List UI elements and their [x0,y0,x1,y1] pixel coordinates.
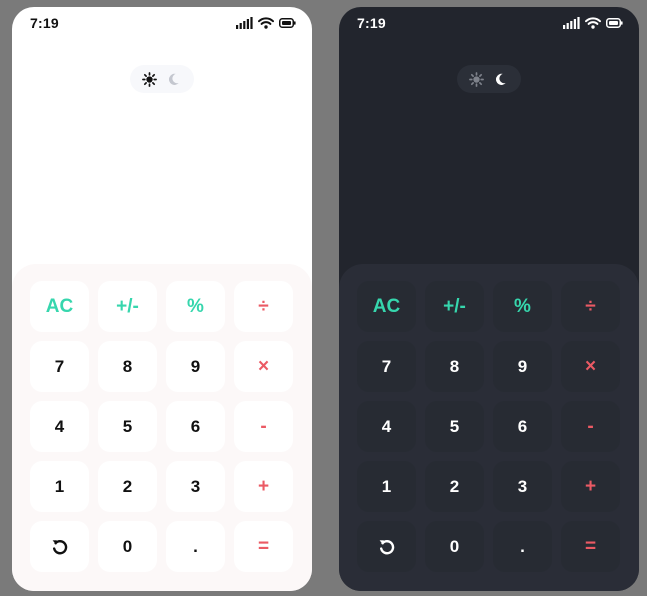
key-6[interactable]: 6 [166,401,225,452]
status-time: 7:19 [30,15,59,31]
key-1[interactable]: 1 [357,461,416,512]
key-7[interactable]: 7 [357,341,416,392]
theme-toggle [457,65,521,93]
status-icons [236,17,296,29]
keypad: AC +/- % ÷ 7 8 9 × 4 5 6 - 1 2 3 + 0 . = [339,264,639,591]
key-toggle-sign[interactable]: +/- [98,281,157,332]
key-minus[interactable]: - [561,401,620,452]
key-0[interactable]: 0 [98,521,157,572]
sun-icon[interactable] [138,68,160,90]
key-equals[interactable]: = [561,521,620,572]
key-decimal[interactable]: . [493,521,552,572]
moon-icon[interactable] [164,68,186,90]
key-divide[interactable]: ÷ [234,281,293,332]
key-4[interactable]: 4 [357,401,416,452]
undo-icon [50,537,70,557]
key-7[interactable]: 7 [30,341,89,392]
stage: 7:19 AC +/- % ÷ 7 8 9 × 4 5 6 - 1 2 3 + … [0,0,647,596]
signal-icon [563,17,580,29]
key-2[interactable]: 2 [425,461,484,512]
status-bar: 7:19 [12,7,312,39]
key-3[interactable]: 3 [166,461,225,512]
keypad: AC +/- % ÷ 7 8 9 × 4 5 6 - 1 2 3 + 0 . = [12,264,312,591]
key-9[interactable]: 9 [166,341,225,392]
status-icons [563,17,623,29]
signal-icon [236,17,253,29]
key-8[interactable]: 8 [98,341,157,392]
sun-icon[interactable] [465,68,487,90]
key-percent[interactable]: % [166,281,225,332]
moon-icon[interactable] [491,68,513,90]
key-divide[interactable]: ÷ [561,281,620,332]
battery-icon [279,18,296,28]
wifi-icon [585,17,601,29]
phone-dark-theme: 7:19 AC +/- % ÷ 7 8 9 × 4 5 6 - 1 2 3 + … [339,7,639,591]
theme-toggle [130,65,194,93]
status-bar: 7:19 [339,7,639,39]
key-plus[interactable]: + [234,461,293,512]
key-0[interactable]: 0 [425,521,484,572]
key-3[interactable]: 3 [493,461,552,512]
battery-icon [606,18,623,28]
key-decimal[interactable]: . [166,521,225,572]
key-plus[interactable]: + [561,461,620,512]
key-all-clear[interactable]: AC [30,281,89,332]
key-5[interactable]: 5 [425,401,484,452]
key-4[interactable]: 4 [30,401,89,452]
key-equals[interactable]: = [234,521,293,572]
status-time: 7:19 [357,15,386,31]
key-6[interactable]: 6 [493,401,552,452]
key-9[interactable]: 9 [493,341,552,392]
key-undo[interactable] [30,521,89,572]
undo-icon [377,537,397,557]
key-1[interactable]: 1 [30,461,89,512]
key-5[interactable]: 5 [98,401,157,452]
key-multiply[interactable]: × [561,341,620,392]
key-8[interactable]: 8 [425,341,484,392]
key-undo[interactable] [357,521,416,572]
key-all-clear[interactable]: AC [357,281,416,332]
wifi-icon [258,17,274,29]
key-toggle-sign[interactable]: +/- [425,281,484,332]
phone-light-theme: 7:19 AC +/- % ÷ 7 8 9 × 4 5 6 - 1 2 3 + … [12,7,312,591]
key-2[interactable]: 2 [98,461,157,512]
key-multiply[interactable]: × [234,341,293,392]
key-percent[interactable]: % [493,281,552,332]
key-minus[interactable]: - [234,401,293,452]
